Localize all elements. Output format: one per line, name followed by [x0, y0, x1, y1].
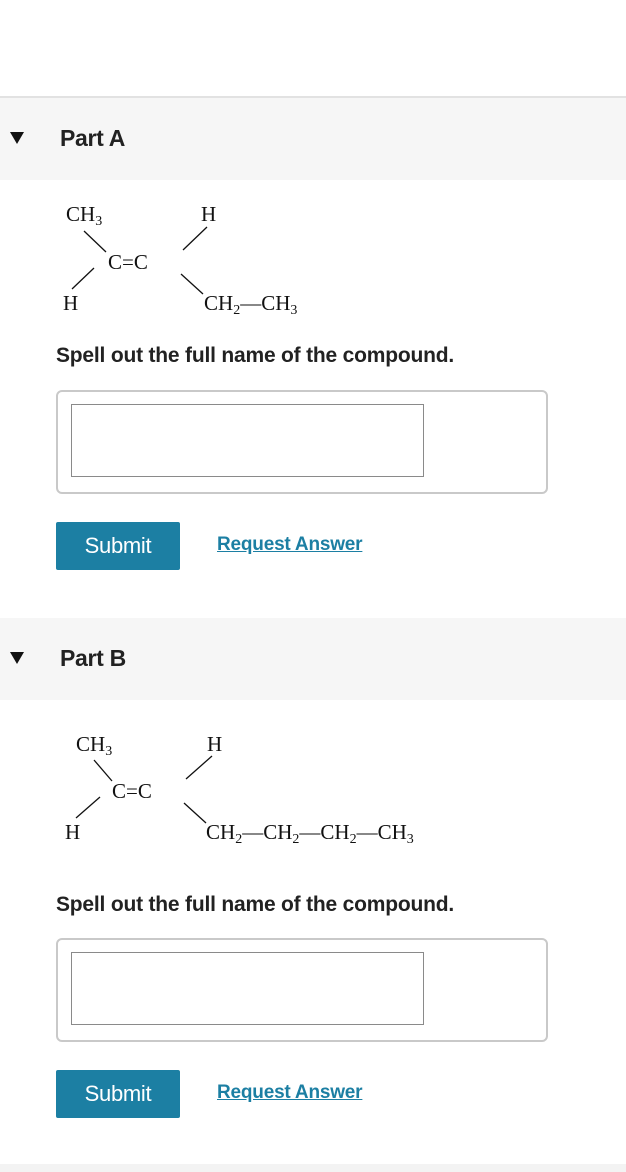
- part-b-answer-input[interactable]: [71, 952, 424, 1025]
- section-divider: [0, 1164, 626, 1172]
- part-b-prompt: Spell out the full name of the compound.: [56, 893, 454, 916]
- part-b-answer-area: [56, 938, 548, 1042]
- part-b-request-answer-link[interactable]: Request Answer: [217, 1082, 363, 1104]
- part-b-submit-button[interactable]: Submit: [56, 1070, 180, 1118]
- bond-lines: [75, 755, 213, 824]
